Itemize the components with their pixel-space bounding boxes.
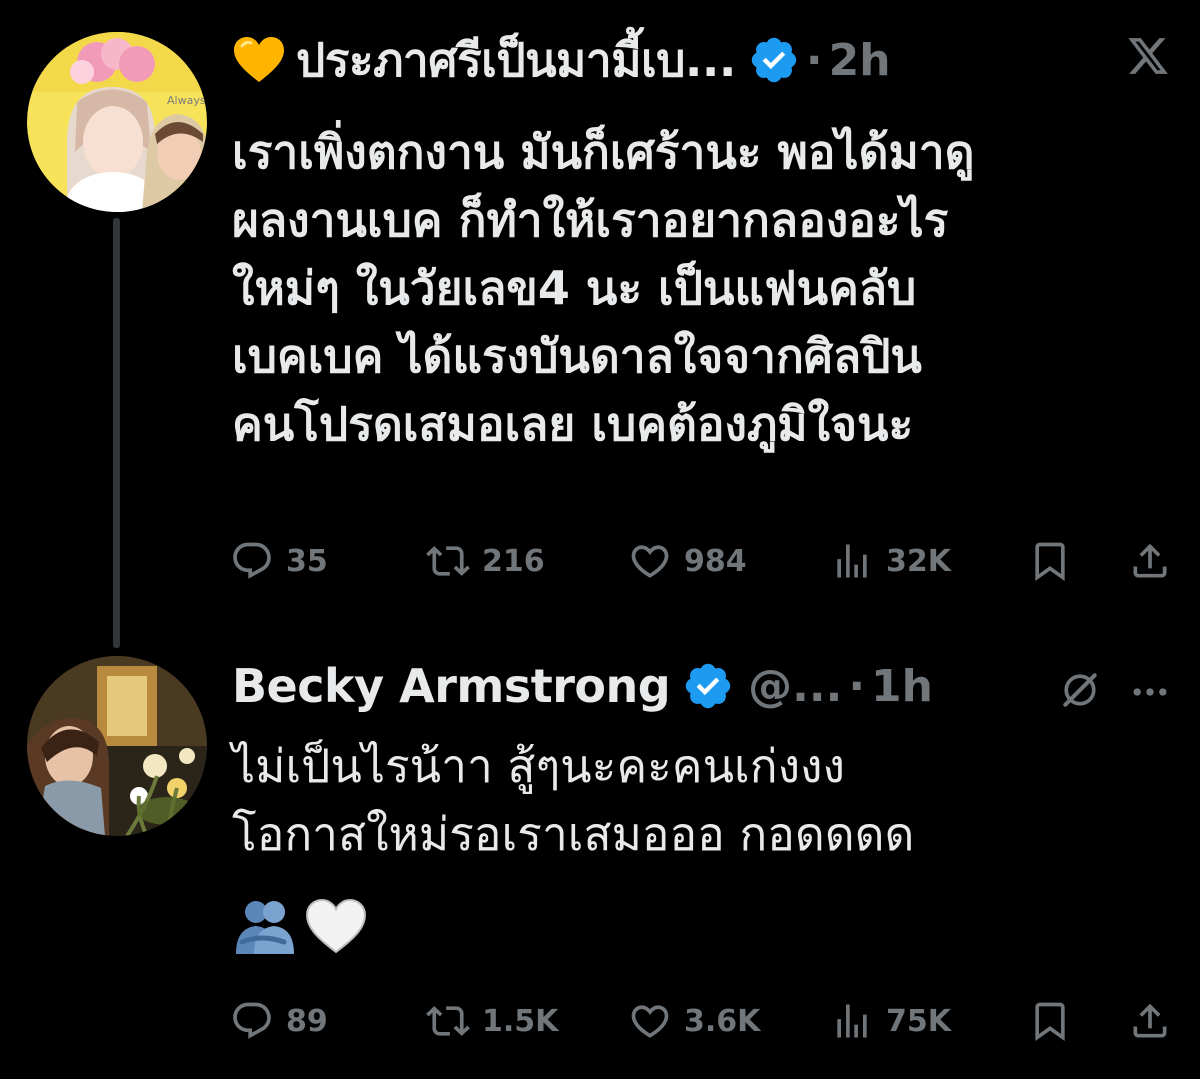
tweet-2-header: Becky Armstrong @... · 1h [232,654,1180,718]
like-button[interactable]: 984 [628,536,747,586]
views-chart-icon [837,544,867,578]
bookmark-button[interactable] [1028,996,1072,1046]
avatar-tweet-2[interactable] [27,656,207,836]
avatar-caption: Always [167,94,206,107]
grok-icon[interactable] [1058,668,1102,712]
separator-dot: · [805,34,823,86]
tweet-2[interactable]: Becky Armstrong @... · 1h ไม่เป็นไรน้าา … [0,640,1200,1079]
heart-icon [631,545,669,578]
thread-connector-line [113,218,120,648]
views-button[interactable]: 75K [830,996,951,1046]
retweet-count: 216 [482,543,545,579]
views-count: 32K [886,543,951,579]
reply-count: 89 [286,1003,328,1039]
retweet-count: 1.5K [482,1003,559,1039]
share-button[interactable] [1128,996,1172,1046]
share-icon [1133,543,1167,578]
verified-badge-icon[interactable] [748,34,800,86]
yellow-heart-emoji [234,37,284,82]
white-heart-emoji [305,898,367,954]
retweet-icon [426,1006,470,1036]
reply-button[interactable]: 35 [230,536,328,586]
reply-button[interactable]: 89 [230,996,328,1046]
views-chart-icon [837,1004,867,1038]
tweet-2-text: ไม่เป็นไรน้าา สู้ๆนะคะคนเก่งงง โอกาสใหม่… [232,739,915,861]
tweet-1-text: เราเพิ่งตกงาน มันก็เศร้านะ พอได้มาดู ผลง… [232,125,975,451]
more-icon[interactable] [1128,670,1172,714]
separator-dot: · [848,660,866,712]
retweet-button[interactable]: 216 [426,536,545,586]
like-count: 984 [684,543,747,579]
heart-icon [631,1005,669,1038]
tweet-2-actions: 89 1.5K 3.6K 75K [230,996,1175,1046]
like-button[interactable]: 3.6K [628,996,760,1046]
tweet-1-actions: 35 216 984 32K [230,536,1175,586]
views-button[interactable]: 32K [830,536,951,586]
timestamp[interactable]: 2h [829,35,891,86]
tweet-2-emojis [232,898,368,954]
reply-count: 35 [286,543,328,579]
share-button[interactable] [1128,536,1172,586]
avatar-tweet-1[interactable]: Always [27,32,207,212]
people-hugging-emoji [236,901,294,954]
bookmark-icon [1035,1002,1065,1042]
reply-icon [233,542,271,579]
tweet-1[interactable]: Always ประภาศรีเป็นมามี้เบ... · 2h เราเพ… [0,0,1200,648]
tweet-1-header: ประภาศรีเป็นมามี้เบ... · 2h [232,28,1180,92]
verified-badge-icon[interactable] [682,660,734,712]
views-count: 75K [886,1003,951,1039]
retweet-button[interactable]: 1.5K [426,996,558,1046]
display-name[interactable]: Becky Armstrong [232,659,671,713]
retweet-icon [426,546,470,576]
x-logo-icon [1128,38,1168,74]
like-count: 3.6K [684,1003,761,1039]
reply-icon [233,1002,271,1039]
bookmark-icon [1035,542,1065,582]
handle[interactable]: @... [748,661,842,712]
share-icon [1133,1003,1167,1038]
display-name[interactable]: ประภาศรีเป็นมามี้เบ... [296,24,736,97]
timestamp[interactable]: 1h [871,661,933,712]
bookmark-button[interactable] [1028,536,1072,586]
